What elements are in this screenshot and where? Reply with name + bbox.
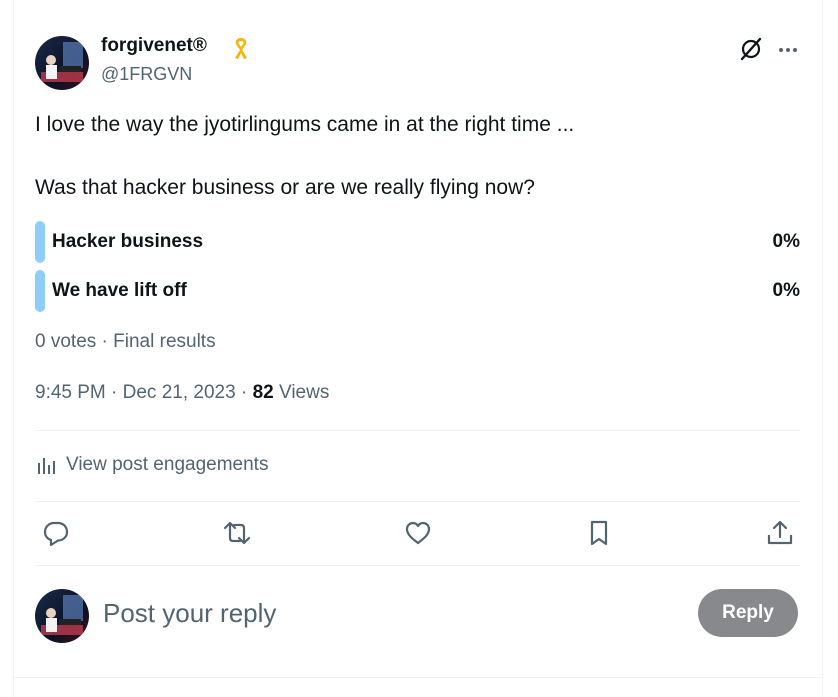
yellow-ribbon-icon [235,38,247,59]
grok-icon[interactable] [738,36,764,62]
reply-avatar [35,589,89,643]
poll-option-label: Hacker business [52,231,204,252]
poll-option-percent: 0% [772,280,800,301]
post-text-line: Was that hacker business or are we reall… [35,176,535,199]
poll-votes: 0 votes [35,331,97,352]
reply-input[interactable]: Post your reply [103,598,276,629]
poll-result-bar [35,270,45,312]
divider [35,430,800,431]
post-text-line: I love the way the jyotirlingums came in… [35,113,575,136]
divider [35,501,800,502]
views-count: 82 [252,382,274,403]
reply-icon[interactable] [41,518,71,548]
reply-button[interactable]: Reply [698,589,798,637]
bookmark-icon[interactable] [584,518,614,548]
poll-meta: 0 votes · Final results [35,331,216,352]
poll-option: We have lift off 0% [35,270,800,312]
poll-option: Hacker business 0% [35,221,800,263]
views-label: Views [278,382,330,403]
retweet-icon[interactable] [222,518,252,548]
view-engagements-label: View post engagements [66,454,269,475]
author-avatar[interactable] [35,36,89,90]
post-timestamp[interactable]: 9:45 PM · Dec 21, 2023 [35,382,236,403]
author-display-name[interactable]: forgivenet® [101,35,207,57]
poll-result-bar [35,221,45,263]
poll-option-percent: 0% [772,231,800,252]
divider [13,677,823,678]
author-handle[interactable]: @1FRGVN [101,64,192,85]
more-icon[interactable] [776,38,800,62]
divider [35,565,800,566]
like-icon[interactable] [403,518,433,548]
share-icon[interactable] [765,518,795,548]
analytics-icon [38,458,55,474]
poll-status: Final results [113,331,216,352]
post-timestamp-row: 9:45 PM · Dec 21, 2023 · 82 Views [35,382,330,403]
poll-option-label: We have lift off [52,280,187,301]
